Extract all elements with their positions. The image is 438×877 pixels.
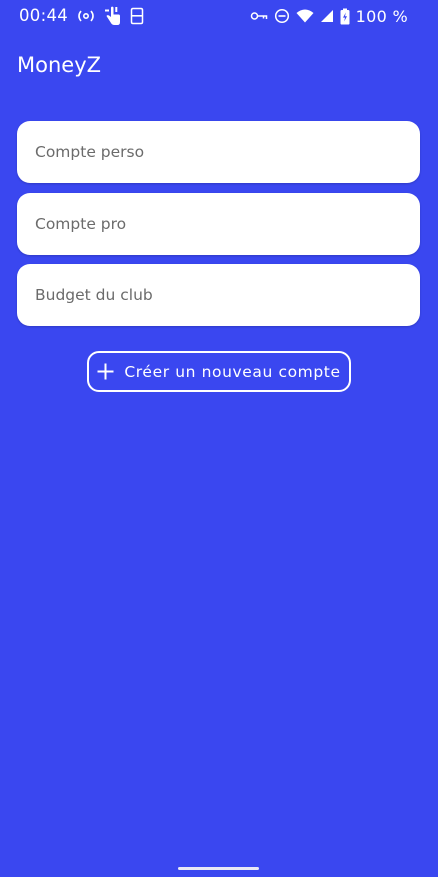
status-bar: 00:44 100 % [0,0,438,34]
battery-icon [340,8,350,25]
radio-broadcast-icon [76,8,96,24]
create-account-label: Créer un nouveau compte [124,362,341,381]
plus-icon [97,363,114,380]
vpn-key-icon [250,10,268,22]
account-card-compte-perso[interactable]: Compte perso [17,121,420,183]
account-name: Budget du club [35,286,153,304]
do-not-disturb-icon [274,8,290,24]
wifi-icon [296,9,314,23]
home-indicator[interactable] [178,867,259,870]
account-card-compte-pro[interactable]: Compte pro [17,192,420,255]
signal-icon [320,9,334,23]
account-name: Compte perso [35,143,145,161]
status-right-icons: 100 % [250,6,408,26]
storage-card-icon [130,7,144,25]
create-account-button[interactable]: Créer un nouveau compte [87,351,351,392]
account-list: Compte perso Compte pro Budget du club [17,121,420,336]
touch-hand-icon [104,6,122,26]
battery-percentage: 100 % [355,6,408,26]
account-name: Compte pro [35,214,127,233]
app-title: MoneyZ [17,53,102,77]
status-time: 00:44 [19,6,69,25]
account-card-budget-du-club[interactable]: Budget du club [17,264,420,326]
status-left-icons [76,6,144,26]
